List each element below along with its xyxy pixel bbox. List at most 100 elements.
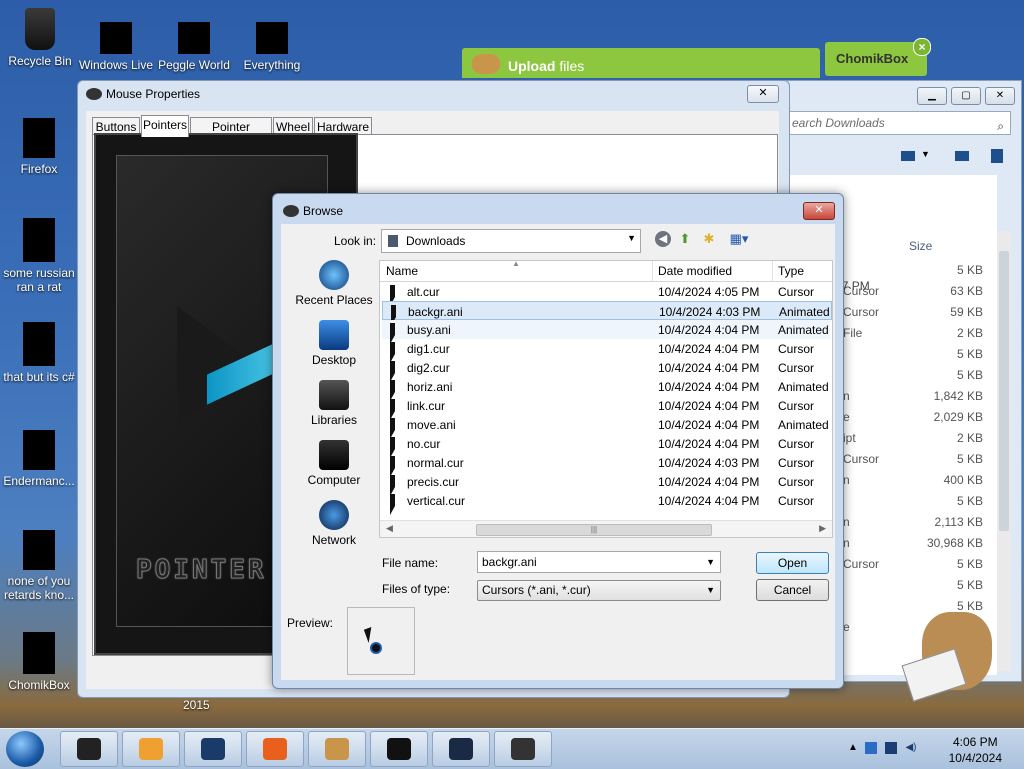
taskbar-button[interactable] (122, 731, 180, 767)
place-network[interactable]: Network (289, 500, 379, 547)
desktop-icon-that-but-its-c[interactable]: that but its c# (1, 322, 77, 384)
file-row[interactable]: alt.cur 10/4/2024 4:05 PM Cursor (382, 282, 830, 306)
dialog-title: Browse (303, 204, 344, 218)
desktop-icon-recycle-bin[interactable]: Recycle Bin (2, 8, 78, 68)
file-size: 2,113 KB (934, 515, 983, 529)
desktop-icon-peggle-world[interactable]: Peggle World (156, 8, 232, 72)
file-name-input[interactable]: backgr.ani ▼ (477, 551, 721, 573)
chomikbox-tab[interactable]: ChomikBox × (825, 38, 931, 76)
file-row[interactable]: backgr.ani 10/4/2024 4:03 PM Animated (382, 301, 832, 326)
place-recent-places[interactable]: Recent Places (289, 260, 379, 307)
cursor-file-icon (390, 494, 403, 515)
show-hidden-icons-icon[interactable]: ▲ (847, 742, 859, 754)
close-button[interactable]: ✕ (747, 85, 779, 103)
desktop-icon-firefox[interactable]: Firefox (1, 118, 77, 176)
desktop-icon-endermanc[interactable]: Endermanc... (1, 430, 77, 488)
file-row[interactable]: busy.ani 10/4/2024 4:04 PM Animated (382, 320, 830, 344)
desktop-icon-everything[interactable]: Everything (234, 8, 310, 72)
file-date: 10/4/2024 4:04 PM (658, 380, 760, 394)
file-row[interactable]: precis.cur 10/4/2024 4:04 PM Cursor (382, 472, 830, 496)
desktop-icon-some-russian[interactable]: some russian ran a rat (1, 218, 77, 294)
hamster-icon (472, 54, 500, 74)
desktop-icon-windows-live[interactable]: Windows Live (78, 8, 154, 72)
file-type: Animated (779, 305, 830, 319)
file-name: dig1.cur (407, 342, 450, 356)
look-in-select[interactable]: Downloads ▼ (381, 229, 641, 253)
tab-pointers[interactable]: Pointers (141, 115, 189, 137)
file-name: horiz.ani (407, 380, 453, 394)
chevron-down-icon[interactable]: ▼ (702, 552, 715, 572)
file-size: 400 KB (943, 473, 983, 487)
search-input[interactable]: earch Downloads ⌕ (787, 111, 1011, 135)
file-type: Animated (778, 418, 829, 432)
file-date: 10/4/2024 4:04 PM (658, 361, 760, 375)
scroll-right-icon[interactable]: ▶ (819, 523, 826, 534)
taskbar-button[interactable] (370, 731, 428, 767)
column-header-date[interactable]: Date modified (658, 264, 732, 278)
column-separator[interactable] (652, 261, 653, 281)
view-menu-icon[interactable]: ▦▾ (725, 231, 753, 247)
file-row[interactable]: dig1.cur 10/4/2024 4:04 PM Cursor (382, 339, 830, 363)
chomikbox-close-icon[interactable]: × (913, 38, 931, 56)
desktop-icon (319, 320, 349, 350)
preview-pane-icon[interactable] (955, 151, 969, 161)
network-tray-icon[interactable] (865, 742, 877, 754)
scrollbar-thumb[interactable] (999, 251, 1009, 531)
column-header-type[interactable]: Type (778, 264, 804, 278)
open-button[interactable]: Open (756, 552, 829, 574)
minimize-button[interactable]: ▁ (917, 87, 947, 105)
place-desktop[interactable]: Desktop (289, 320, 379, 367)
place-computer[interactable]: Computer (289, 440, 379, 487)
desktop-icon-chomikbox[interactable]: ChomikBox (1, 632, 77, 692)
taskbar-button[interactable] (308, 731, 366, 767)
globe-icon (201, 738, 225, 760)
column-separator[interactable] (772, 261, 773, 281)
windows-live-icon (100, 22, 132, 54)
explorer-toolbar: ▼ (787, 141, 1009, 171)
file-date: 10/4/2024 4:04 PM (658, 418, 760, 432)
close-button[interactable]: ✕ (803, 202, 835, 220)
file-name: move.ani (407, 418, 456, 432)
taskbar-button[interactable] (246, 731, 304, 767)
place-libraries[interactable]: Libraries (289, 380, 379, 427)
file-row[interactable]: no.cur 10/4/2024 4:04 PM Cursor (382, 434, 830, 458)
desktop-icon-none-of-you[interactable]: none of you retards kno... (1, 530, 77, 602)
file-row[interactable]: vertical.cur 10/4/2024 4:04 PM Cursor (382, 491, 830, 515)
file-name: alt.cur (407, 285, 440, 299)
display-tray-icon[interactable] (885, 742, 897, 754)
files-of-type-label: Files of type: (382, 582, 451, 596)
volume-icon[interactable]: ◀) (905, 742, 917, 754)
new-folder-icon[interactable]: ✱ (701, 231, 717, 247)
taskbar-button[interactable] (60, 731, 118, 767)
files-of-type-select[interactable]: Cursors (*.ani, *.cur) ▼ (477, 580, 721, 601)
firefox-icon (263, 738, 287, 760)
scrollbar-thumb[interactable]: ||| (476, 524, 712, 536)
start-button[interactable] (6, 731, 44, 767)
explorer-scrollbar[interactable] (997, 231, 1011, 671)
file-date: 10/4/2024 4:04 PM (658, 323, 760, 337)
taskbar-button[interactable] (184, 731, 242, 767)
desktop-icon-label: ChomikBox (8, 678, 70, 692)
file-row[interactable]: horiz.ani 10/4/2024 4:04 PM Animated (382, 377, 830, 401)
help-icon[interactable] (991, 149, 1003, 163)
file-row[interactable]: link.cur 10/4/2024 4:04 PM Cursor (382, 396, 830, 420)
taskbar-button[interactable] (494, 731, 552, 767)
file-row[interactable]: dig2.cur 10/4/2024 4:04 PM Cursor (382, 358, 830, 382)
place-label: Desktop (311, 353, 357, 367)
close-button[interactable]: ✕ (985, 87, 1015, 105)
scroll-left-icon[interactable]: ◀ (386, 523, 393, 534)
column-header-name[interactable]: Name (386, 264, 418, 278)
file-row[interactable]: move.ani 10/4/2024 4:04 PM Animated (382, 415, 830, 439)
upload-banner[interactable]: Upload files (462, 48, 820, 78)
clock[interactable]: 4:06 PM 10/4/2024 (949, 734, 1002, 766)
back-icon[interactable]: ◀ (655, 231, 671, 247)
cancel-button[interactable]: Cancel (756, 579, 829, 601)
maximize-button[interactable]: ▢ (951, 87, 981, 105)
chevron-down-icon[interactable]: ▼ (921, 149, 930, 159)
taskbar-button[interactable] (432, 731, 490, 767)
view-icon[interactable] (901, 151, 915, 161)
file-row[interactable]: normal.cur 10/4/2024 4:03 PM Cursor (382, 453, 830, 477)
up-folder-icon[interactable]: ⬆ (677, 231, 693, 247)
horizontal-scrollbar[interactable]: ◀ ||| ▶ (380, 520, 832, 537)
file-type: n (843, 473, 850, 487)
